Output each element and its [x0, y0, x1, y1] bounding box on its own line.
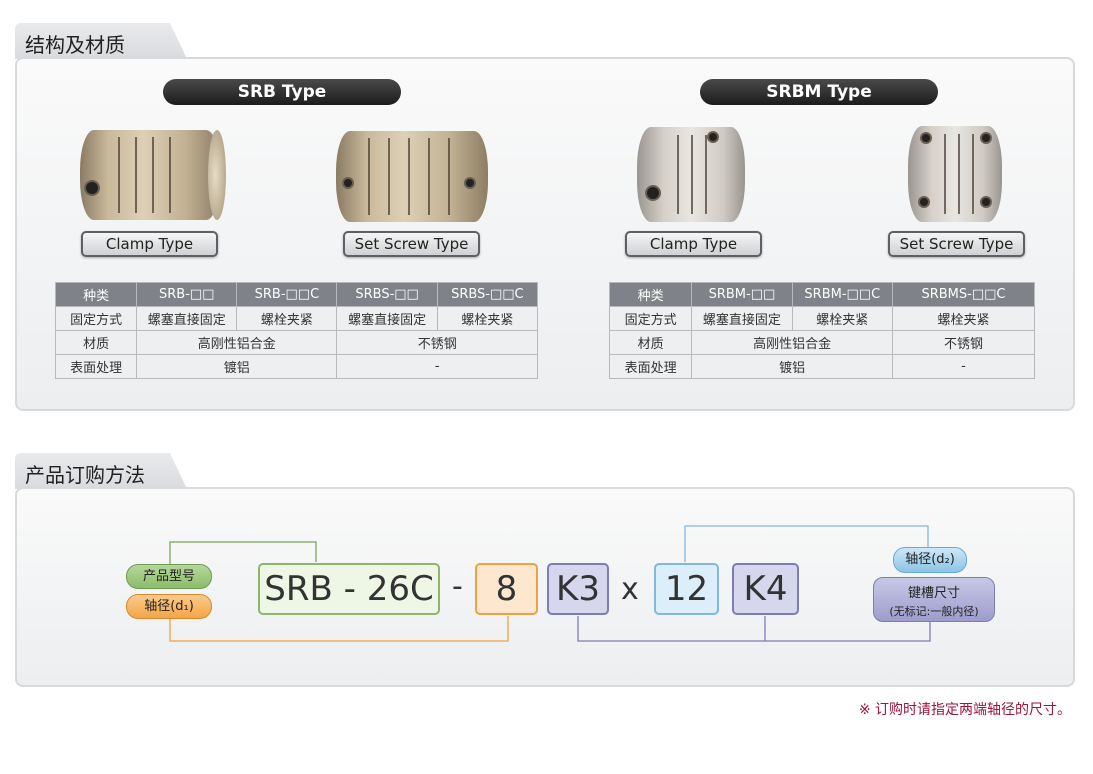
keyway-size-subtitle: (无标记:一般内径)	[889, 605, 979, 618]
times-separator: x	[621, 572, 639, 607]
ordering-connector-lines	[169, 525, 931, 642]
keyway-size-label: 键槽尺寸 (无标记:一般内径)	[873, 577, 995, 622]
bore-d2-code-box: 12	[654, 563, 719, 615]
bore-d1-label: 轴径(d₁)	[126, 594, 212, 619]
keyway-size-title: 键槽尺寸	[907, 586, 960, 601]
keyway-k4-code-box: K4	[732, 563, 799, 615]
ordering-note: ※ 订购时请指定两端轴径的尺寸。	[858, 702, 1071, 718]
keyway-k3-code-box: K3	[547, 563, 609, 615]
bore-d2-label: 轴径(d₂)	[893, 547, 967, 573]
model-code-box: SRB - 26C	[258, 563, 440, 615]
bore-d1-code-box: 8	[475, 563, 538, 615]
dash-separator: -	[452, 569, 463, 604]
product-model-label: 产品型号	[126, 564, 212, 589]
